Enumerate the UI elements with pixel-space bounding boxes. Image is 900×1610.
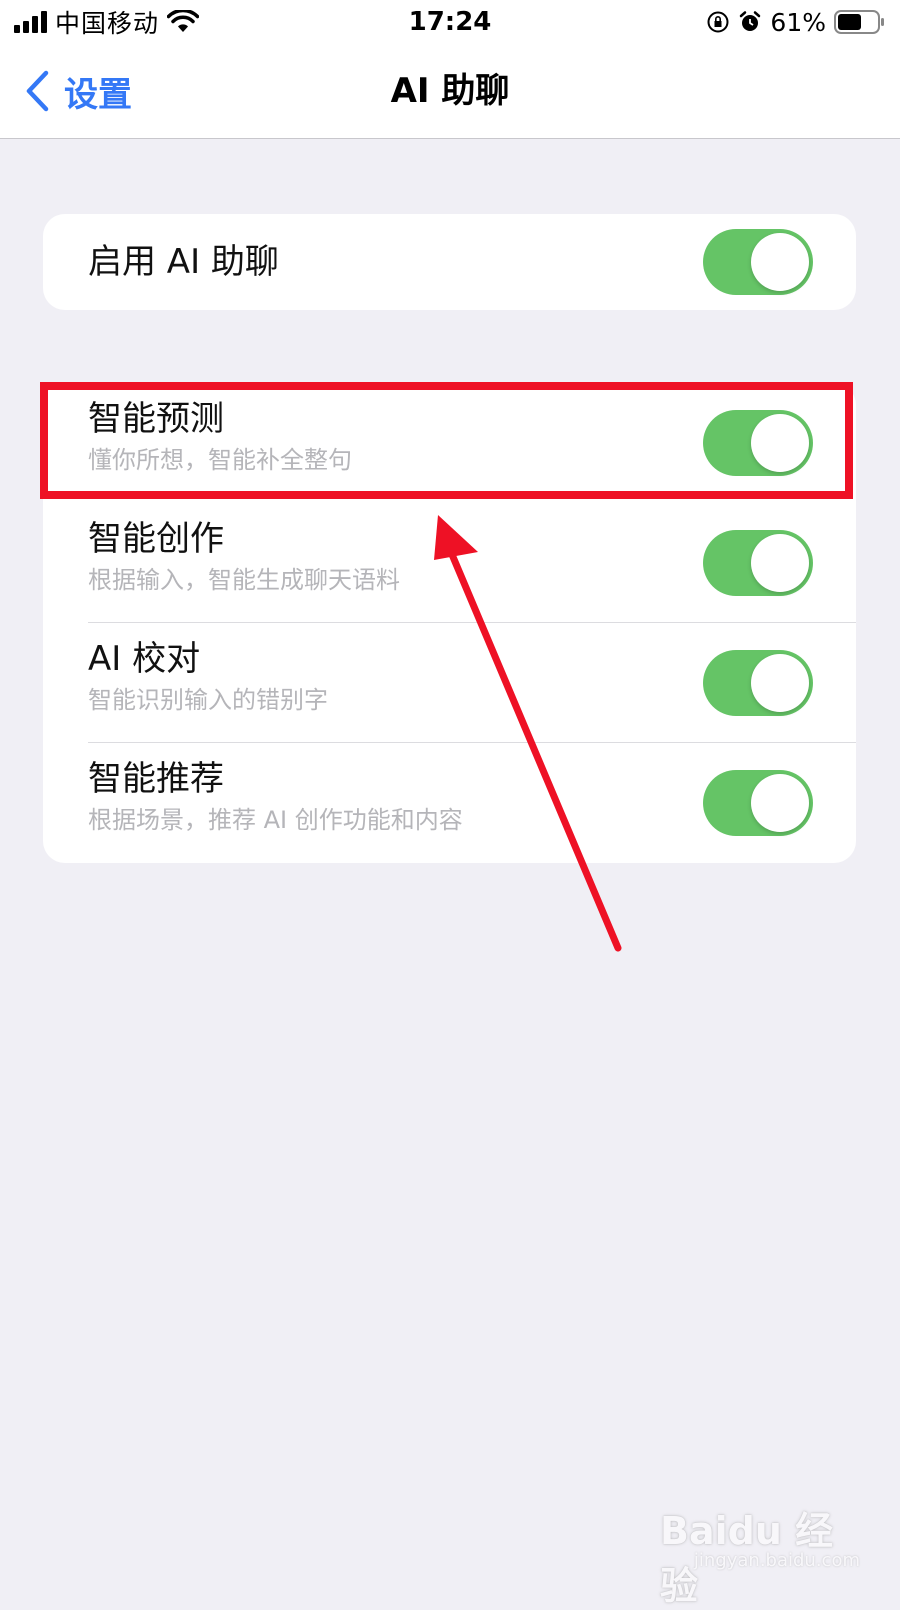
feature-title: 智能推荐 <box>88 759 224 799</box>
battery-icon <box>834 10 884 34</box>
feature-title: 智能创作 <box>88 519 224 559</box>
toggle-knob <box>751 654 809 712</box>
enable-ai-chat-toggle[interactable] <box>703 229 813 295</box>
feature-row-smart-recommend: 智能推荐 根据场景，推荐 AI 创作功能和内容 <box>43 743 856 863</box>
annotation-highlight-box <box>40 382 853 499</box>
feature-subtitle: 根据场景，推荐 AI 创作功能和内容 <box>88 806 463 834</box>
toggle-knob <box>751 534 809 592</box>
toggle-knob <box>751 233 809 291</box>
ai-proofread-toggle[interactable] <box>703 650 813 716</box>
toggle-knob <box>751 774 809 832</box>
page-title: AI 助聊 <box>390 71 510 111</box>
status-bar: 中国移动 17:24 61% <box>0 0 900 44</box>
main-toggle-label: 启用 AI 助聊 <box>88 242 279 282</box>
watermark-url: jingyan.baidu.com <box>693 1550 860 1571</box>
feature-title: AI 校对 <box>88 639 201 679</box>
alarm-icon <box>740 11 761 31</box>
feature-row-ai-proofread: AI 校对 智能识别输入的错别字 <box>43 623 856 743</box>
feature-subtitle: 根据输入，智能生成聊天语料 <box>88 566 400 594</box>
main-toggle-row: 启用 AI 助聊 <box>43 214 856 310</box>
feature-row-smart-creation: 智能创作 根据输入，智能生成聊天语料 <box>43 503 856 623</box>
battery-percent: 61% <box>770 7 826 37</box>
feature-subtitle: 智能识别输入的错别字 <box>88 686 328 714</box>
smart-recommend-toggle[interactable] <box>703 770 813 836</box>
main-toggle-card: 启用 AI 助聊 <box>43 214 856 310</box>
orientation-lock-icon <box>707 11 729 33</box>
watermark: Baidu 经验 jingyan.baidu.com <box>660 1500 860 1608</box>
smart-creation-toggle[interactable] <box>703 530 813 596</box>
status-right: 61% <box>706 6 886 38</box>
navigation-bar: 设置 AI 助聊 <box>0 44 900 139</box>
